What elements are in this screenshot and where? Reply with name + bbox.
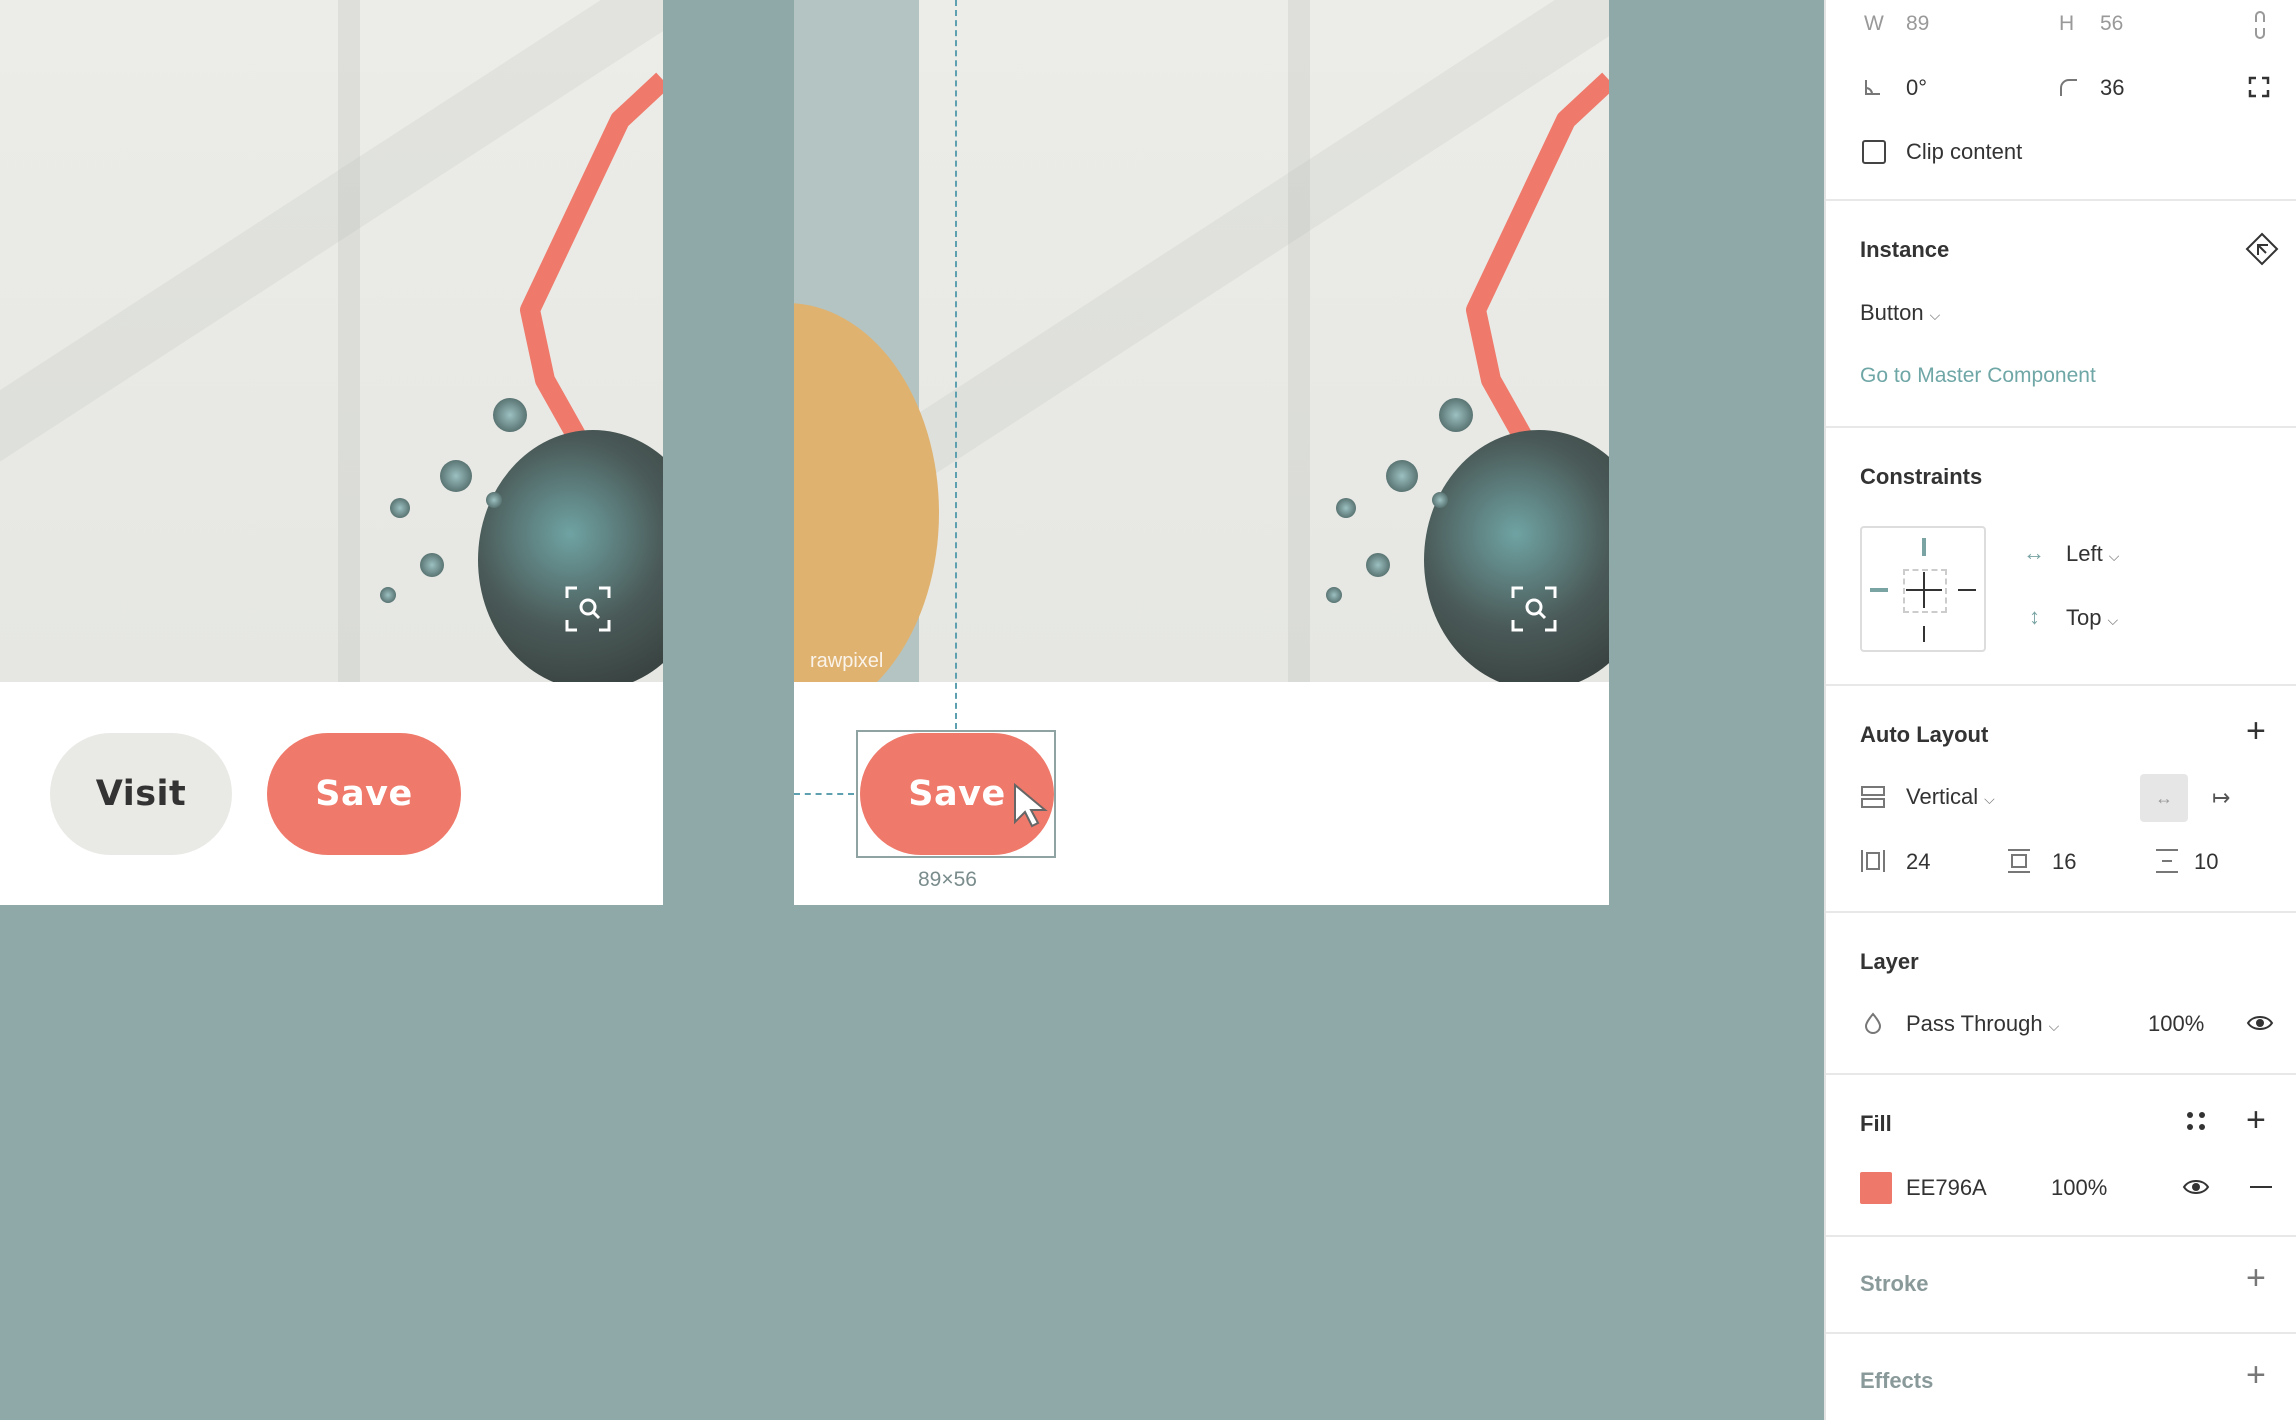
constrain-proportions-icon[interactable]: [2250, 8, 2270, 42]
rotation-value[interactable]: 0°: [1906, 75, 1927, 101]
add-icon[interactable]: +: [2246, 1103, 2266, 1137]
direction-value: Vertical: [1906, 784, 1979, 809]
style-grid-icon[interactable]: [2184, 1109, 2208, 1133]
clip-content-label: Clip content: [1906, 139, 2023, 164]
frame-left-photo: [0, 0, 663, 682]
resize-fixed-icon[interactable]: ↦: [2212, 787, 2230, 809]
stroke-section: Stroke +: [1826, 1235, 2296, 1334]
chevron-down-icon: ⌵: [1929, 307, 1941, 323]
instance-section: Instance Button ⌵ Go to Master Component: [1826, 199, 2296, 428]
add-icon[interactable]: +: [2246, 1358, 2266, 1392]
clip-content-checkbox[interactable]: [1862, 140, 1886, 164]
blend-mode-dropdown[interactable]: Pass Through ⌵: [1906, 1011, 2059, 1037]
width-label: W: [1864, 12, 1884, 35]
vertical-padding-icon: [2008, 849, 2030, 873]
rotation-icon: [1865, 80, 1880, 95]
item-spacing-value[interactable]: 10: [2194, 849, 2218, 875]
stroke-title: Stroke: [1860, 1271, 1929, 1296]
layer-title: Layer: [1860, 949, 1919, 974]
eye-icon[interactable]: [2246, 1012, 2274, 1034]
properties-panel: W 89 H 56 0° 36 Clip content Instance Bu…: [1824, 0, 2296, 1420]
layer-opacity-value[interactable]: 100%: [2148, 1011, 2204, 1037]
chevron-down-icon: ⌵: [2048, 1018, 2060, 1034]
blend-mode-value: Pass Through: [1906, 1011, 2043, 1036]
detach-instance-icon[interactable]: [2244, 231, 2280, 267]
auto-layout-section: Auto Layout + Vertical ⌵ ↔ ↦ 24 16 10: [1826, 684, 2296, 913]
height-value[interactable]: 56: [2100, 12, 2123, 36]
size-label: 89×56: [918, 868, 977, 891]
auto-layout-title: Auto Layout: [1860, 722, 1989, 747]
frame-left[interactable]: Visit Save: [0, 0, 663, 905]
visual-search-icon[interactable]: [563, 584, 613, 634]
horizontal-constraint-dropdown[interactable]: Left ⌵: [2066, 541, 2119, 567]
vertical-constraint-dropdown[interactable]: Top ⌵: [2066, 605, 2118, 631]
guide-vertical: [955, 0, 957, 729]
visual-search-icon[interactable]: [1509, 584, 1559, 634]
horizontal-arrows-icon: ↔: [2023, 540, 2045, 565]
constraints-widget[interactable]: [1860, 526, 1986, 652]
layer-section: Layer Pass Through ⌵ 100%: [1826, 911, 2296, 1075]
blend-mode-icon: [1864, 1012, 1882, 1034]
visit-button[interactable]: Visit: [50, 733, 232, 855]
vertical-arrows-icon: ↕: [2029, 604, 2040, 629]
horizontal-padding-value[interactable]: 24: [1906, 849, 1930, 875]
effects-section: Effects +: [1826, 1332, 2296, 1420]
fill-color-swatch[interactable]: [1860, 1172, 1892, 1204]
vertical-constraint-value: Top: [2066, 605, 2102, 630]
height-label: H: [2059, 12, 2075, 35]
vertical-direction-icon: [1861, 786, 1885, 808]
horizontal-constraint-value: Left: [2066, 541, 2103, 566]
constraints-title: Constraints: [1860, 464, 1983, 489]
eye-icon[interactable]: [2182, 1176, 2210, 1198]
chevron-down-icon: ⌵: [2108, 548, 2120, 564]
vertical-padding-value[interactable]: 16: [2052, 849, 2076, 875]
horizontal-padding-icon: [1861, 850, 1885, 872]
corner-radius-icon: [2060, 79, 2077, 96]
component-dropdown[interactable]: Button ⌵: [1860, 300, 1940, 326]
add-icon[interactable]: +: [2246, 714, 2266, 748]
remove-fill-icon[interactable]: [2250, 1186, 2272, 1188]
width-value[interactable]: 89: [1906, 12, 1929, 36]
fill-title: Fill: [1860, 1111, 1892, 1136]
dimensions-section: W 89 H 56 0° 36 Clip content: [1826, 0, 2296, 201]
component-name: Button: [1860, 300, 1924, 325]
frame-right[interactable]: rawpixel Save 89×56: [794, 0, 1609, 905]
add-icon[interactable]: +: [2246, 1261, 2266, 1295]
fill-section: Fill + EE796A 100%: [1826, 1073, 2296, 1237]
cursor-arrow-icon: [1014, 782, 1048, 828]
chevron-down-icon: ⌵: [1984, 791, 1995, 807]
save-button-left[interactable]: Save: [267, 733, 461, 855]
guide-horizontal: [794, 793, 854, 795]
fill-hex-value[interactable]: EE796A: [1906, 1175, 1987, 1201]
resize-hug-button[interactable]: ↔: [2140, 774, 2188, 822]
fill-opacity-value[interactable]: 100%: [2051, 1175, 2107, 1201]
effects-title: Effects: [1860, 1368, 1934, 1393]
corner-radius-value[interactable]: 36: [2100, 75, 2124, 101]
item-spacing-icon: [2156, 849, 2178, 873]
constraints-section: Constraints ↔ Left ⌵ ↕ Top ⌵: [1826, 426, 2296, 686]
go-to-master-link[interactable]: Go to Master Component: [1860, 364, 2096, 388]
frame-right-photo: rawpixel: [794, 0, 1609, 682]
independent-corners-icon[interactable]: [2247, 75, 2271, 99]
chevron-down-icon: ⌵: [2107, 612, 2119, 628]
direction-dropdown[interactable]: Vertical ⌵: [1906, 784, 1995, 810]
instance-title: Instance: [1860, 237, 1950, 262]
